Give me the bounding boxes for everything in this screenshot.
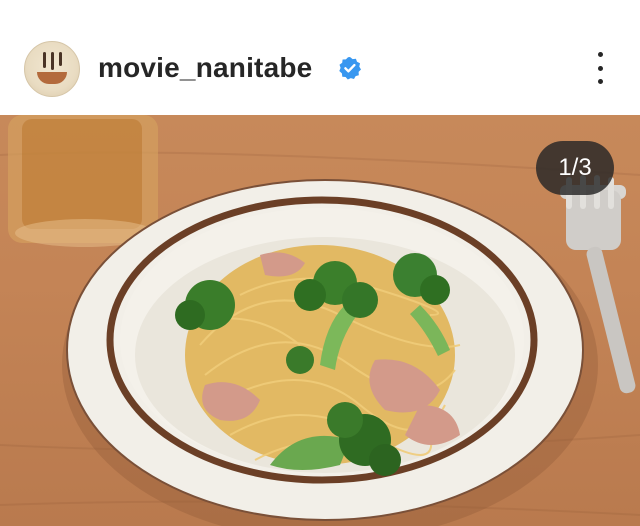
avatar-logo-mark xyxy=(51,52,54,70)
avatar[interactable] xyxy=(24,41,80,97)
avatar-bowl xyxy=(37,72,67,84)
post-header: movie_nanitabe xyxy=(0,0,640,115)
post-photo[interactable]: 1/3 xyxy=(0,115,640,526)
verified-badge-icon xyxy=(339,57,361,80)
avatar-logo-mark xyxy=(43,52,46,68)
more-options-icon[interactable] xyxy=(588,52,612,84)
username[interactable]: movie_nanitabe xyxy=(98,52,312,84)
carousel-counter: 1/3 xyxy=(536,141,614,195)
glass xyxy=(8,115,158,247)
avatar-logo-mark xyxy=(59,52,62,66)
